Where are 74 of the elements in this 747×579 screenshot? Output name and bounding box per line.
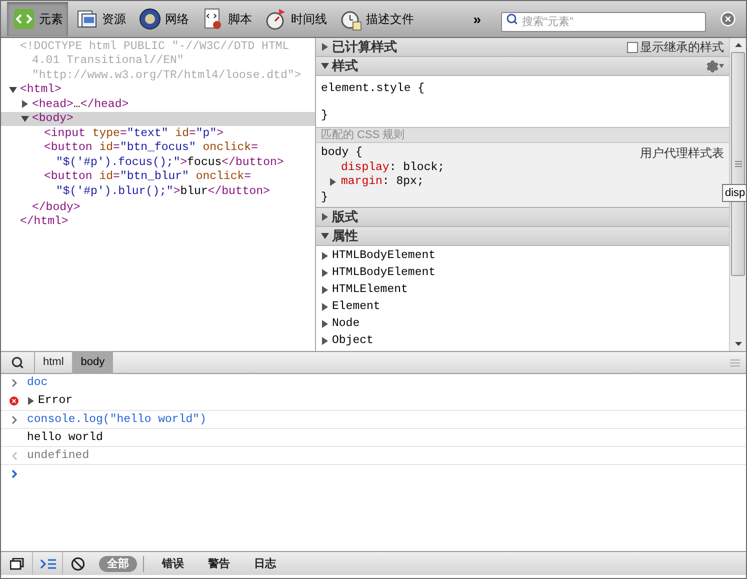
- css-rule-brace: }: [321, 190, 328, 204]
- prototype-item[interactable]: HTMLBodyElement: [321, 264, 724, 281]
- section-header[interactable]: 版式: [316, 208, 729, 227]
- search-icon[interactable]: [11, 356, 24, 369]
- section-header[interactable]: 样式: [316, 57, 729, 76]
- section-header[interactable]: 已计算样式 显示继承的样式: [316, 38, 729, 57]
- expanded-triangle-icon[interactable]: [9, 86, 17, 94]
- prototype-item[interactable]: Node: [321, 315, 724, 332]
- dom-node-line[interactable]: <html>: [1, 82, 315, 97]
- toolbar-tab[interactable]: 资源: [70, 2, 131, 36]
- css-property[interactable]: margin: 8px;: [321, 175, 724, 190]
- collapsed-triangle-icon[interactable]: [21, 100, 29, 108]
- dom-node-line[interactable]: <input type="text" id="p">: [1, 126, 315, 140]
- error-icon: [8, 395, 20, 407]
- dom-node-line[interactable]: "$('#p').focus();">focus</button>: [1, 155, 315, 170]
- expanded-triangle-icon[interactable]: [321, 62, 329, 70]
- collapsed-triangle-icon[interactable]: [321, 43, 329, 51]
- filter-button[interactable]: 警告: [200, 556, 238, 572]
- expanded-triangle-icon[interactable]: [21, 114, 29, 123]
- console-message: console.log("hello world"): [27, 412, 206, 428]
- more-button[interactable]: »: [467, 8, 487, 30]
- dom-node-line[interactable]: "$('#p').blur();">blur</button>: [1, 184, 315, 198]
- closing-tag: </html>: [1, 213, 315, 228]
- collapsed-triangle-icon[interactable]: [321, 286, 329, 294]
- filter-button[interactable]: 日志: [246, 556, 284, 572]
- checkbox[interactable]: [627, 42, 638, 52]
- prompt-chevron-icon[interactable]: [12, 470, 16, 478]
- toolbar-tab[interactable]: 时间线: [259, 2, 332, 36]
- collapsed-triangle-icon[interactable]: [321, 268, 329, 276]
- prototype-item[interactable]: Element: [321, 298, 724, 315]
- css-rule-brace: }: [321, 108, 329, 124]
- css-rule-selector: element.style {: [321, 81, 426, 97]
- expanded-triangle-icon[interactable]: [321, 232, 329, 240]
- collapsed-triangle-icon[interactable]: [27, 397, 35, 405]
- dom-node-line[interactable]: <head>…</head>: [1, 97, 315, 112]
- collapsed-triangle-icon[interactable]: [321, 302, 329, 310]
- tooltip: disp: [722, 184, 746, 202]
- search-icon: [506, 13, 518, 25]
- toolbar-tab[interactable]: 网络: [133, 2, 194, 36]
- prompt-chevron-icon: [12, 416, 16, 424]
- checkbox-label: 显示继承的样式: [640, 39, 724, 56]
- closing-tag: </body>: [1, 198, 315, 213]
- stylesheet-source: 用户代理样式表: [640, 146, 724, 160]
- prototype-item[interactable]: HTMLElement: [321, 281, 724, 298]
- console-message: undefined: [27, 448, 90, 464]
- collapsed-triangle-icon[interactable]: [321, 320, 329, 328]
- collapsed-triangle-icon[interactable]: [321, 336, 329, 344]
- drag-handle-icon[interactable]: [730, 358, 740, 366]
- prototype-item[interactable]: Object: [321, 332, 724, 349]
- console-message: doc: [27, 375, 48, 392]
- collapsed-triangle-icon[interactable]: [329, 178, 337, 186]
- breadcrumb[interactable]: body: [72, 351, 113, 374]
- prompt-chevron-icon: [12, 379, 16, 387]
- console-message: hello world: [27, 430, 103, 446]
- toolbar-tab[interactable]: 描述文件: [334, 2, 419, 36]
- collapsed-triangle-icon[interactable]: [321, 252, 329, 260]
- brackets-icon: [12, 7, 36, 31]
- css-property[interactable]: display: block;: [321, 160, 724, 175]
- console-message: Error: [38, 393, 73, 410]
- filter-button[interactable]: 错误: [154, 556, 192, 572]
- search-field[interactable]: 搜索“元素”: [501, 12, 706, 32]
- grip-icon[interactable]: [734, 161, 742, 167]
- css-rule-selector: body {: [321, 146, 362, 160]
- section-header[interactable]: 属性: [316, 227, 729, 246]
- toolbar-tab[interactable]: 元素: [7, 2, 68, 36]
- prototype-item[interactable]: HTMLBodyElement: [321, 247, 724, 264]
- matched-rules-header: 匹配的 CSS 规则: [316, 128, 729, 143]
- settings-icon[interactable]: [706, 60, 724, 72]
- toolbar-tab[interactable]: 脚本: [196, 2, 257, 36]
- collapsed-triangle-icon[interactable]: [321, 213, 329, 221]
- dom-node-line[interactable]: <button id="btn_focus" onclick=: [1, 140, 315, 155]
- close-icon[interactable]: [720, 11, 736, 27]
- dom-node-line[interactable]: <button id="btn_blur" onclick=: [1, 170, 315, 184]
- clear-icon[interactable]: [71, 556, 85, 570]
